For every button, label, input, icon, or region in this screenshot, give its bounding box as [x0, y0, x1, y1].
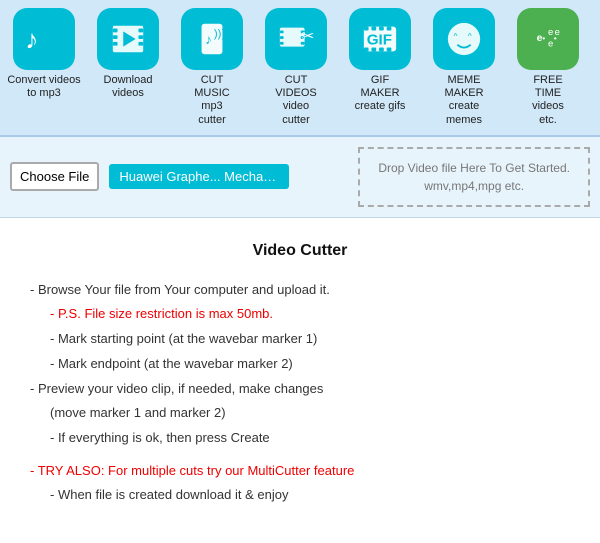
- sidebar-item-download-videos[interactable]: Downloadvideos: [88, 8, 168, 100]
- instruction-line-4: - Mark endpoint (at the wavebar marker 2…: [30, 352, 570, 377]
- instruction-line-1: - Browse Your file from Your computer an…: [30, 278, 570, 303]
- tool-label-meme: MEMEMAKERcreatememes: [444, 74, 483, 127]
- svg-text:•: •: [542, 33, 545, 43]
- free-time-icon: e e e • • e: [517, 8, 579, 70]
- sidebar-item-gif-maker[interactable]: GIF GIFMAKERcreate gifs: [340, 8, 420, 114]
- sidebar-item-free-time[interactable]: e e e • • e FREETIMEvideosetc.: [508, 8, 588, 127]
- svg-text:e: e: [555, 27, 560, 38]
- svg-text:)))): )))): [214, 28, 229, 40]
- sidebar-item-cut-music[interactable]: ♪ )))) CUTMUSICmp3cutter: [172, 8, 252, 127]
- gif-icon: GIF: [349, 8, 411, 70]
- tool-label-gif: GIFMAKERcreate gifs: [355, 74, 406, 114]
- sidebar-item-cut-videos[interactable]: ✂ CUTVIDEOSvideocutter: [256, 8, 336, 127]
- tool-label-mp3: Convert videos to mp3: [4, 74, 84, 100]
- choose-file-button[interactable]: Choose File: [10, 162, 99, 191]
- drop-formats-text: wmv,mp4,mpg etc.: [424, 179, 524, 193]
- try-also-text: - TRY ALSO: For multiple cuts try our Mu…: [30, 459, 570, 484]
- drop-zone[interactable]: Drop Video file Here To Get Started. wmv…: [358, 147, 590, 207]
- last-line: - When file is created download it & enj…: [30, 483, 570, 508]
- tool-label-cut-music: CUTMUSICmp3cutter: [194, 74, 229, 127]
- tool-label-cut-videos: CUTVIDEOSvideocutter: [275, 74, 317, 127]
- svg-text:^: ^: [468, 31, 472, 41]
- tool-label-free: FREETIMEvideosetc.: [532, 74, 564, 127]
- tool-label-download: Downloadvideos: [104, 74, 153, 100]
- toolbar: ♪ Convert videos to mp3 Downloadvideos: [0, 0, 600, 137]
- drop-hint-text: Drop Video file Here To Get Started.: [378, 161, 570, 175]
- cut-music-icon: ♪ )))): [181, 8, 243, 70]
- svg-text:^: ^: [454, 31, 458, 41]
- instruction-line-2: - P.S. File size restriction is max 50mb…: [30, 302, 570, 327]
- instruction-line-7: - If everything is ok, then press Create: [30, 426, 570, 451]
- download-icon: [97, 8, 159, 70]
- svg-text:GIF: GIF: [367, 32, 392, 49]
- svg-text:♪: ♪: [205, 32, 212, 47]
- svg-text:♪: ♪: [25, 25, 38, 55]
- meme-icon: ^ ^: [433, 8, 495, 70]
- mp3-icon: ♪: [13, 8, 75, 70]
- cut-video-icon: ✂: [265, 8, 327, 70]
- file-upload-area: Choose File Huawei Graphe... Mechanism.m…: [0, 137, 600, 218]
- sidebar-item-convert-mp3[interactable]: ♪ Convert videos to mp3: [4, 8, 84, 100]
- svg-text:e: e: [548, 39, 553, 50]
- selected-file-name: Huawei Graphe... Mechanism.mp4: [109, 164, 289, 189]
- svg-text:e: e: [548, 27, 553, 38]
- instruction-line-5: - Preview your video clip, if needed, ma…: [30, 377, 570, 402]
- instruction-line-6: (move marker 1 and marker 2): [30, 401, 570, 426]
- instructions: - Browse Your file from Your computer an…: [30, 278, 570, 508]
- sidebar-item-meme-maker[interactable]: ^ ^ MEMEMAKERcreatememes: [424, 8, 504, 127]
- instruction-line-3: - Mark starting point (at the wavebar ma…: [30, 327, 570, 352]
- svg-text:✂: ✂: [302, 28, 315, 45]
- section-title: Video Cutter: [30, 242, 570, 260]
- main-content: Video Cutter - Browse Your file from You…: [0, 218, 600, 528]
